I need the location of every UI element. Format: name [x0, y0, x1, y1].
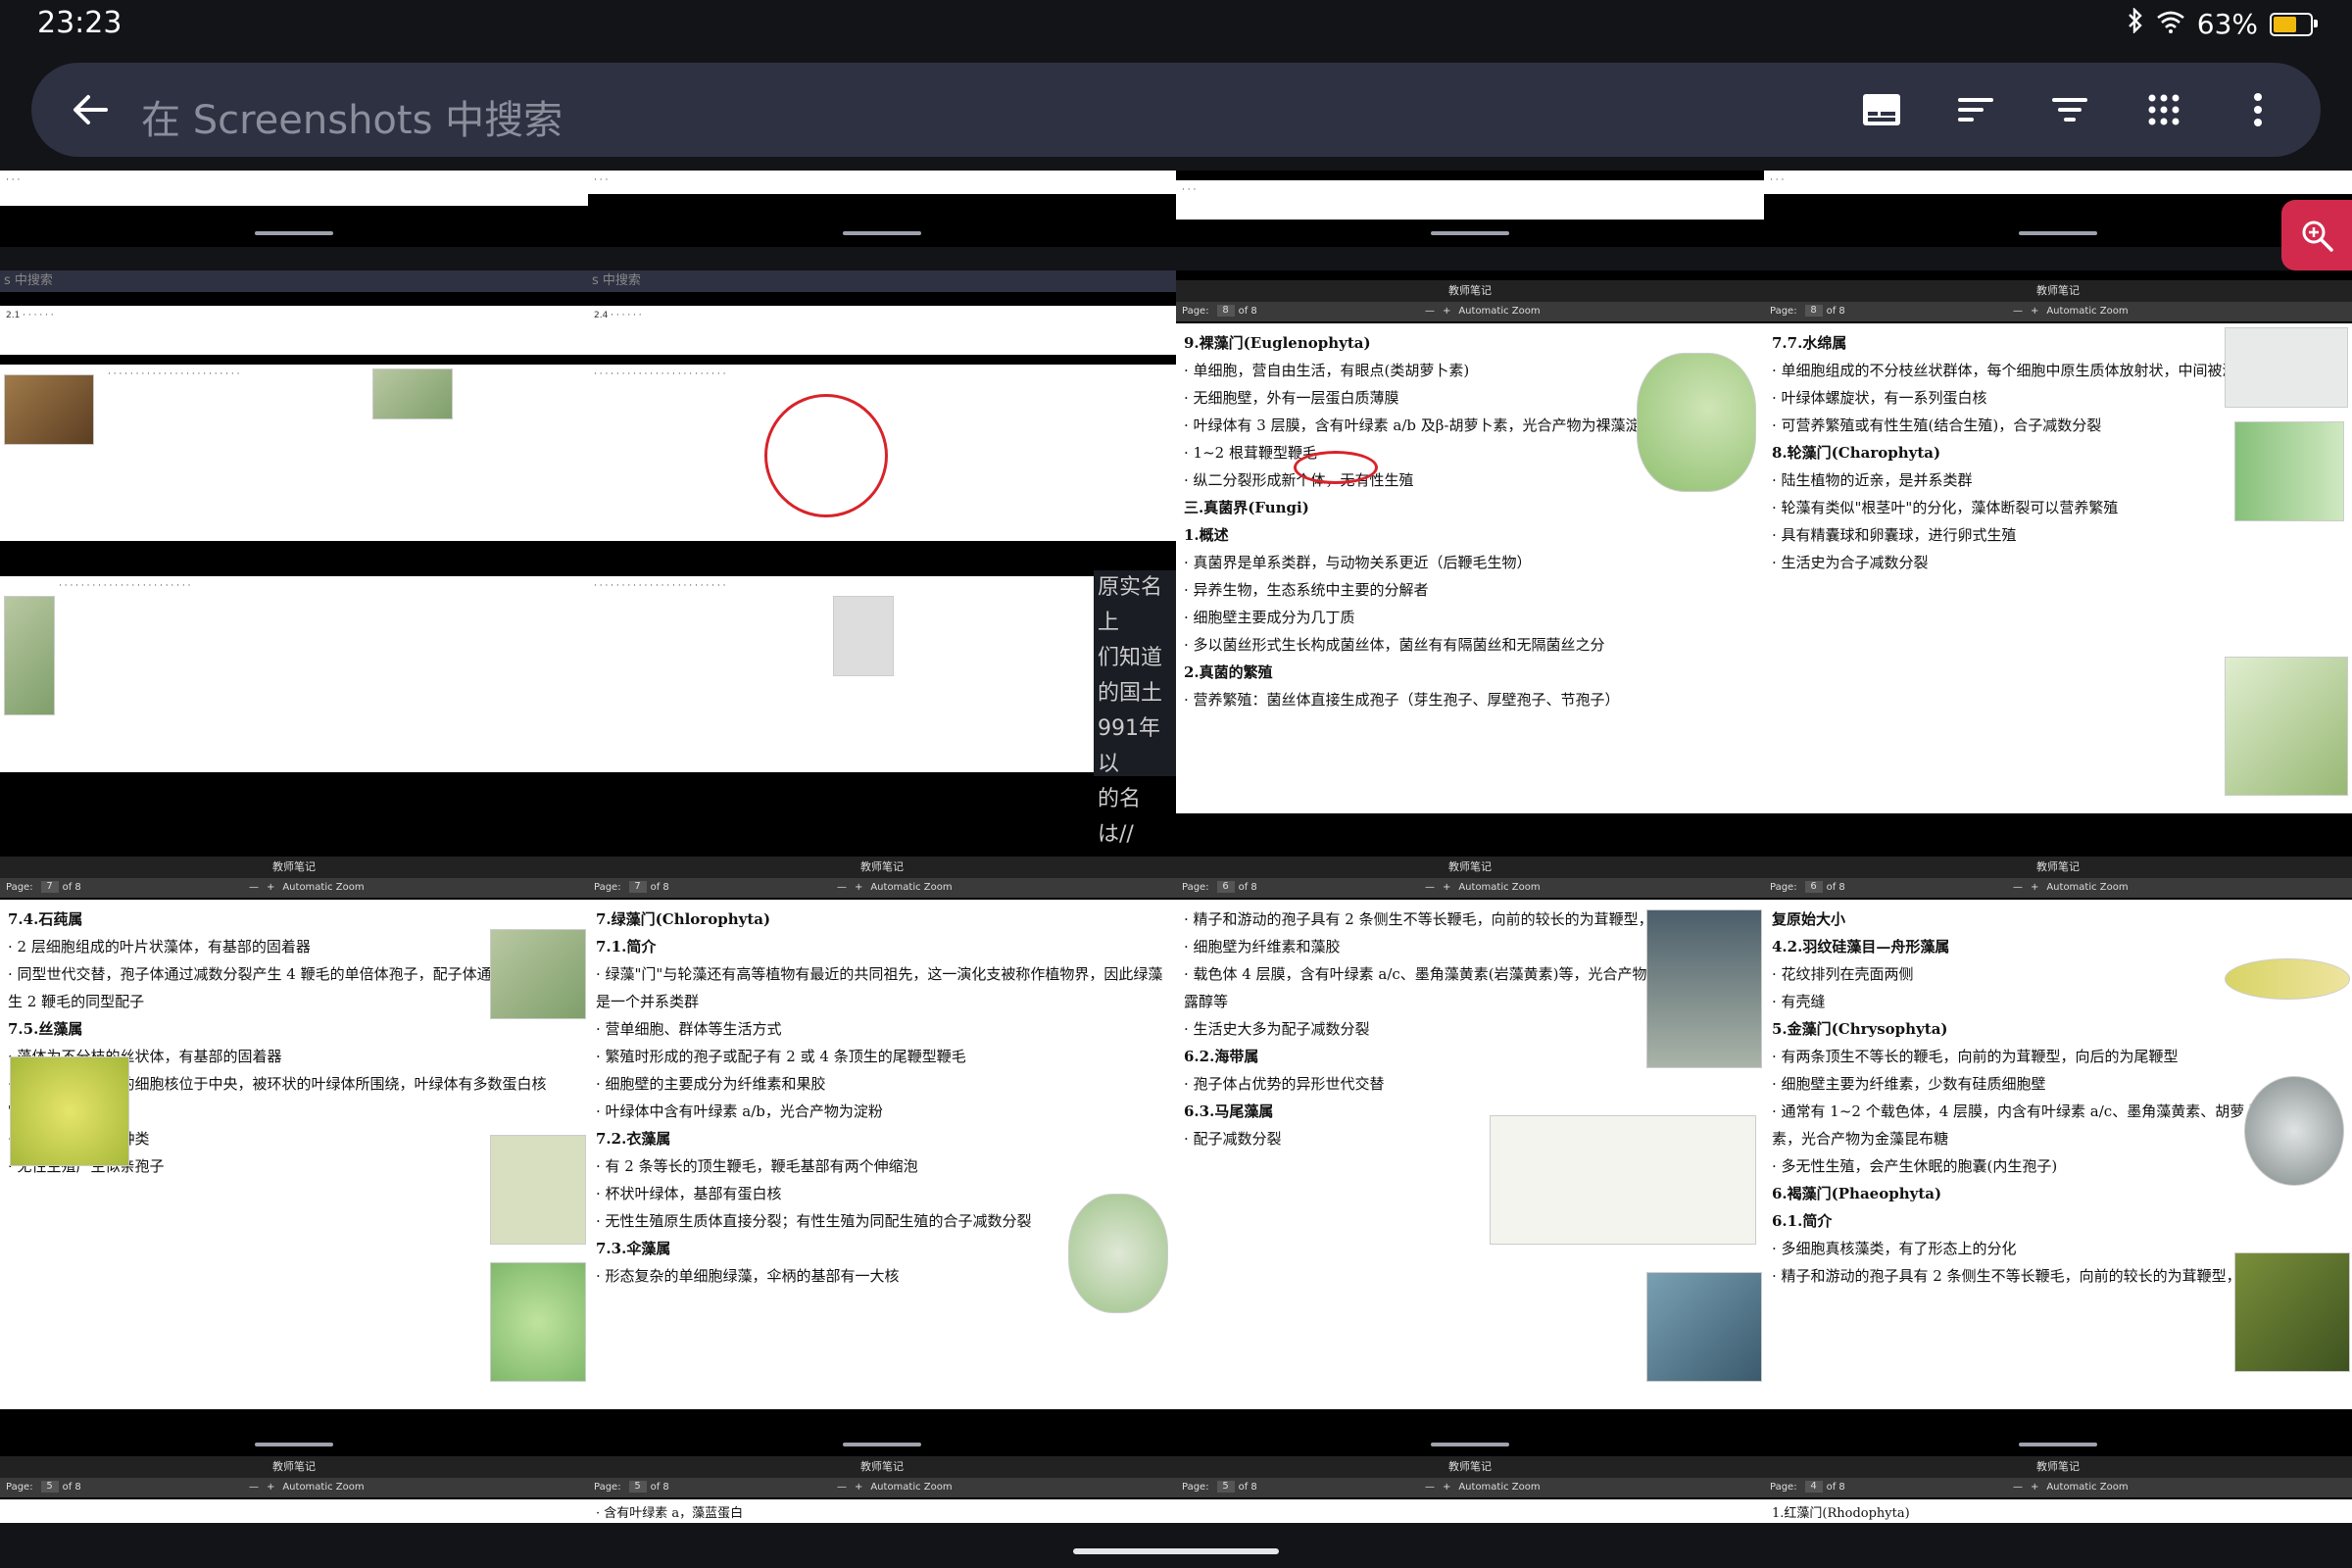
sort-icon[interactable]	[1952, 86, 1999, 133]
thumbnail[interactable]: 教师笔记 Page: 8 of 8 — + Automatic Zoom 7.7.水绵属…	[1764, 270, 2352, 917]
doc-line: · 营养繁殖：菌丝体直接生成孢子（芽生孢子、厚壁孢子、节孢子）	[1184, 691, 1620, 709]
doc-line: · 细胞壁的主要成分为纤维素和果胶	[596, 1075, 826, 1093]
doc-line: · 有 2 条等长的顶生鞭毛，鞭毛基部有两个伸缩泡	[596, 1157, 918, 1175]
doc-line: 复原始大小	[1772, 910, 1846, 928]
thumb-search-bar: s 中搜索	[0, 270, 588, 292]
zoom-button[interactable]	[2281, 200, 2352, 270]
thumbnail[interactable]: 教师笔记 Page: 7 of 8 — + Automatic Zoom 7.绿藻门(C…	[588, 847, 1176, 1454]
doc-line: 4.2.羽纹硅藻目—舟形藻属	[1772, 938, 1950, 956]
search-input[interactable]: 在 Screenshots 中搜索	[141, 88, 563, 145]
doc-title: 教师笔记	[1176, 280, 1764, 302]
battery-percent: 63%	[2196, 8, 2258, 40]
doc-line: 6.1.简介	[1772, 1212, 1833, 1230]
status-time: 23:23	[37, 6, 122, 40]
doc-line: · 孢子体占优势的异形世代交替	[1184, 1075, 1385, 1093]
thumbnail[interactable]: · · ·	[1176, 171, 1764, 247]
doc-line: 7.绿藻门(Chlorophyta)	[596, 910, 771, 928]
thumbnail[interactable]: s 中搜索 2.1 · · · · · · · · · · · · · · · …	[0, 270, 588, 917]
thumb-search-bar: s 中搜索	[588, 270, 1176, 292]
zoom-icon	[2302, 220, 2333, 252]
thumbnail[interactable]: 教师笔记 Page: 6 of 8 — + Automatic Zoom 复原始大小 4.…	[1764, 847, 2352, 1454]
filter-icon[interactable]	[2046, 86, 2093, 133]
doc-line: 7.1.简介	[596, 938, 657, 956]
doc-line: 6.褐藻门(Phaeophyta)	[1772, 1185, 1942, 1202]
doc-line: · 真菌界是单系类群，与动物关系更近（后鞭毛生物）	[1184, 554, 1532, 571]
doc-line: · 叶绿体中含有叶绿素 a/b，光合产物为淀粉	[596, 1102, 883, 1120]
thumbnail[interactable]: · · ·	[1764, 171, 2352, 247]
doc-line: · 营单细胞、群体等生活方式	[596, 1020, 782, 1038]
thumbnail[interactable]: 教师笔记 Page: 7 of 8 — + Automatic Zoom 7.4.石莼属…	[0, 847, 588, 1454]
doc-line: 2.真菌的繁殖	[1184, 663, 1273, 681]
screenshot-grid: · · · · · · · · · · · · s 中搜索 2.1 · · · …	[0, 171, 2352, 1523]
doc-line: · 异养生物，生态系统中主要的分解者	[1184, 581, 1429, 599]
thumbnail[interactable]: 教师笔记 Page: 6 of 8 — + Automatic Zoom · 精子和游动…	[1176, 847, 1764, 1454]
status-icons: 63%	[2127, 7, 2318, 40]
thumbnail[interactable]: s 中搜索 2.4 · · · · · · · · · · · · · · · …	[588, 270, 1176, 917]
doc-line: 7.2.衣藻属	[596, 1130, 671, 1148]
doc-line: · 有两条顶生不等长的鞭毛，向前的为茸鞭型，向后的为尾鞭型	[1772, 1048, 2179, 1065]
doc-line: 9.裸藻门(Euglenophyta)	[1184, 334, 1371, 352]
doc-line: 1.概述	[1184, 526, 1229, 544]
doc-line: 7.5.丝藻属	[8, 1020, 83, 1038]
doc-line: · 绿藻"门"与轮藻还有高等植物有最近的共同祖先，这一演化支被称作植物界，因此绿…	[596, 965, 1163, 1010]
bluetooth-icon	[2127, 7, 2144, 40]
doc-line: · 生活史为合子减数分裂	[1772, 554, 1929, 571]
doc-line: · 细胞壁主要成分为几丁质	[1184, 609, 1355, 626]
doc-line: · 杯状叶绿体，基部有蛋白核	[596, 1185, 782, 1202]
thumbnail[interactable]: · · ·	[0, 171, 588, 247]
thumbnail[interactable]: 教师笔记 Page: 8 of 8 — + Automatic Zoom 9.裸藻门(E…	[1176, 270, 1764, 917]
thumbnail[interactable]: 教师笔记 Page: 4 of 8 — + Automatic Zoom 1.红藻门(R…	[1764, 1446, 2352, 1523]
doc-line: 三.真菌界(Fungi)	[1184, 499, 1309, 516]
subtitles-icon[interactable]	[1858, 86, 1905, 133]
doc-line: · 多以菌丝形式生长构成菌丝体，菌丝有有隔菌丝和无隔菌丝之分	[1184, 636, 1605, 654]
status-bar: 23:23 63%	[0, 0, 2352, 51]
thumbnail[interactable]: 教师笔记 Page: 5 of 8 — + Automatic Zoom	[1176, 1446, 1764, 1523]
thumbnail[interactable]: 教师笔记 Page: 5 of 8 — + Automatic Zoom	[0, 1446, 588, 1523]
doc-toolbar: Page: 8 of 8 — + Automatic Zoom	[1176, 302, 1764, 321]
doc-line: · 具有精囊球和卵囊球，进行卵式生殖	[1772, 526, 2017, 544]
thumbnail[interactable]: 教师笔记 Page: 5 of 8 — + Automatic Zoom · 含有叶绿素…	[588, 1446, 1176, 1523]
more-vert-icon[interactable]	[2234, 86, 2281, 133]
search-bar[interactable]: 在 Screenshots 中搜索	[31, 63, 2321, 157]
doc-line: · 繁殖时形成的孢子或配子有 2 或 4 条顶生的尾鞭型鞭毛	[596, 1048, 966, 1065]
thumbnail[interactable]: · · ·	[588, 171, 1176, 247]
doc-line: 5.金藻门(Chrysophyta)	[1772, 1020, 1948, 1038]
battery-icon	[2270, 12, 2318, 36]
gesture-nav-handle[interactable]	[1073, 1548, 1279, 1554]
wifi-icon	[2156, 8, 2185, 40]
grid-view-icon[interactable]	[2140, 86, 2187, 133]
back-arrow-icon[interactable]	[67, 86, 114, 133]
toolbar	[1858, 86, 2281, 133]
